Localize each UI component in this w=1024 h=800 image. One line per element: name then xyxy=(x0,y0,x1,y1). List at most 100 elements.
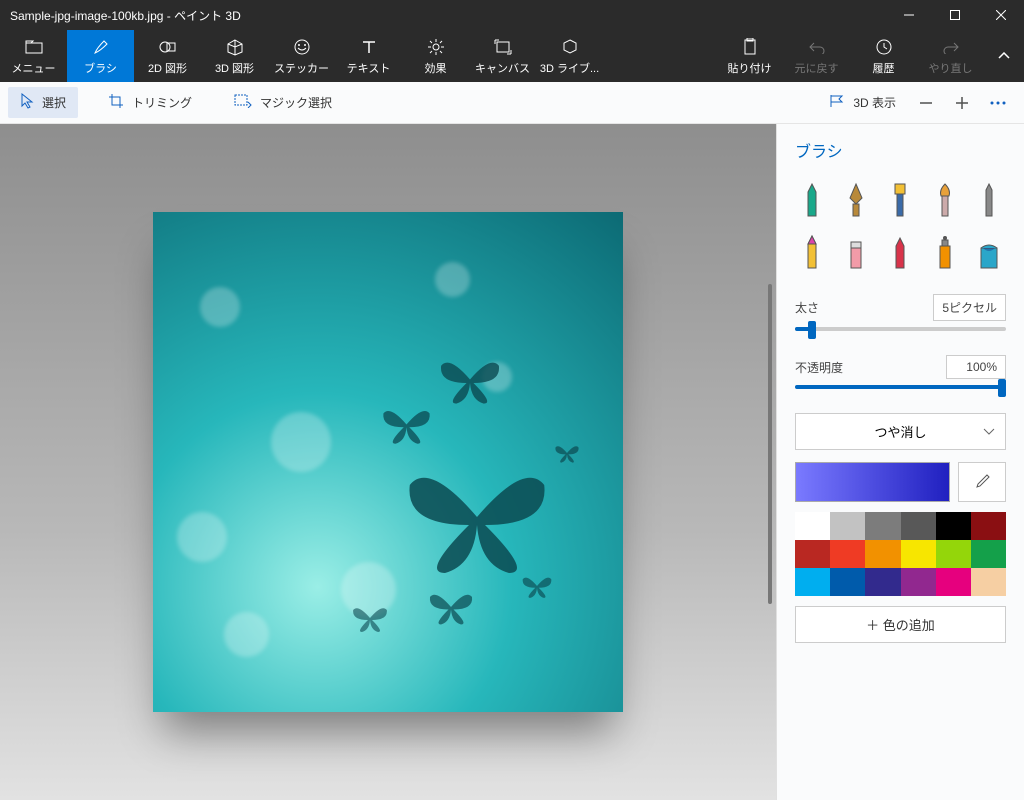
effects-icon xyxy=(427,37,445,57)
flag-icon xyxy=(829,94,845,111)
shapes-2d-tab[interactable]: 2D 図形 xyxy=(134,30,201,82)
view-3d-toggle[interactable]: 3D 表示 xyxy=(817,88,908,117)
redo-icon xyxy=(942,37,960,57)
calligraphy-pen-tool[interactable] xyxy=(839,180,873,218)
canvas-tab[interactable]: キャンバス xyxy=(469,30,536,82)
magic-select-icon xyxy=(234,94,252,111)
brush-tool-grid xyxy=(795,180,1006,270)
palette-color[interactable] xyxy=(795,512,830,540)
select-tool[interactable]: 選択 xyxy=(8,87,78,118)
shapes-2d-icon xyxy=(159,37,177,57)
sticker-icon xyxy=(293,37,311,57)
eraser-tool[interactable] xyxy=(839,232,873,270)
shapes-3d-tab[interactable]: 3D 図形 xyxy=(201,30,268,82)
crop-label: トリミング xyxy=(132,94,192,111)
history-label: 履歴 xyxy=(873,60,895,76)
opacity-input[interactable]: 100% xyxy=(946,355,1006,379)
paste-label: 貼り付け xyxy=(728,60,772,76)
window-title: Sample-jpg-image-100kb.jpg - ペイント 3D xyxy=(10,7,241,24)
brush-panel: ブラシ 太さ 5ピクセル 不透明度 100% つや消し xyxy=(776,124,1024,800)
collapse-ribbon-button[interactable] xyxy=(984,30,1024,82)
zoom-in-button[interactable] xyxy=(944,85,980,121)
brush-tab[interactable]: ブラシ xyxy=(67,30,134,82)
palette-color[interactable] xyxy=(865,568,900,596)
palette-color[interactable] xyxy=(971,568,1006,596)
brush-label: ブラシ xyxy=(84,60,117,76)
material-value: つや消し xyxy=(874,422,926,441)
opacity-slider[interactable] xyxy=(795,385,1006,389)
redo-button[interactable]: やり直し xyxy=(917,30,984,82)
thickness-input[interactable]: 5ピクセル xyxy=(933,294,1006,321)
paste-button[interactable]: 貼り付け xyxy=(716,30,783,82)
palette-color[interactable] xyxy=(936,568,971,596)
palette-color[interactable] xyxy=(901,540,936,568)
eyedropper-button[interactable] xyxy=(958,462,1006,502)
brush-icon xyxy=(92,37,110,57)
oil-brush-tool[interactable] xyxy=(883,180,917,218)
canvas-icon xyxy=(494,37,512,57)
text-label: テキスト xyxy=(347,60,391,76)
maximize-button[interactable] xyxy=(932,0,978,30)
palette-color[interactable] xyxy=(971,540,1006,568)
undo-icon xyxy=(808,37,826,57)
undo-button[interactable]: 元に戻す xyxy=(783,30,850,82)
effects-tab[interactable]: 効果 xyxy=(402,30,469,82)
watercolor-tool[interactable] xyxy=(928,180,962,218)
magic-select-tool[interactable]: マジック選択 xyxy=(222,88,344,117)
palette-color[interactable] xyxy=(936,540,971,568)
crop-tool[interactable]: トリミング xyxy=(96,87,204,118)
library-3d-tab[interactable]: 3D ライブ... xyxy=(536,30,603,82)
spray-can-tool[interactable] xyxy=(928,232,962,270)
text-tab[interactable]: テキスト xyxy=(335,30,402,82)
history-icon xyxy=(875,37,893,57)
marker-tool[interactable] xyxy=(795,180,829,218)
palette-color[interactable] xyxy=(795,540,830,568)
vertical-scrollbar[interactable] xyxy=(768,284,772,604)
history-button[interactable]: 履歴 xyxy=(850,30,917,82)
fill-tool[interactable] xyxy=(972,232,1006,270)
palette-color[interactable] xyxy=(830,540,865,568)
canvas-workspace[interactable] xyxy=(0,124,776,800)
zoom-out-button[interactable] xyxy=(908,85,944,121)
library-icon xyxy=(561,37,579,57)
thickness-label: 太さ xyxy=(795,299,819,316)
more-options-button[interactable] xyxy=(980,85,1016,121)
pixel-pen-tool[interactable] xyxy=(972,180,1006,218)
pencil-tool[interactable] xyxy=(795,232,829,270)
menu-button[interactable]: メニュー xyxy=(0,30,67,82)
text-icon xyxy=(361,37,377,57)
close-button[interactable] xyxy=(978,0,1024,30)
palette-color[interactable] xyxy=(936,512,971,540)
title-bar: Sample-jpg-image-100kb.jpg - ペイント 3D xyxy=(0,0,1024,30)
magic-select-label: マジック選択 xyxy=(260,94,332,111)
shapes-2d-label: 2D 図形 xyxy=(148,60,187,76)
palette-color[interactable] xyxy=(795,568,830,596)
current-color-swatch[interactable] xyxy=(795,462,950,502)
folder-icon xyxy=(25,37,43,57)
effects-label: 効果 xyxy=(425,60,447,76)
plus-icon: ＋ xyxy=(866,618,883,633)
opacity-label: 不透明度 xyxy=(795,359,843,376)
palette-color[interactable] xyxy=(865,512,900,540)
canvas-image[interactable] xyxy=(153,212,623,712)
palette-color[interactable] xyxy=(830,512,865,540)
minimize-button[interactable] xyxy=(886,0,932,30)
palette-color[interactable] xyxy=(865,540,900,568)
palette-color[interactable] xyxy=(971,512,1006,540)
cube-icon xyxy=(226,37,244,57)
tool-options-bar: 選択 トリミング マジック選択 3D 表示 xyxy=(0,82,1024,124)
palette-color[interactable] xyxy=(901,568,936,596)
palette-color[interactable] xyxy=(901,512,936,540)
clipboard-icon xyxy=(743,37,757,57)
crayon-tool[interactable] xyxy=(883,232,917,270)
menu-label: メニュー xyxy=(12,60,56,76)
palette-color[interactable] xyxy=(830,568,865,596)
thickness-slider[interactable] xyxy=(795,327,1006,331)
undo-label: 元に戻す xyxy=(795,60,839,76)
sticker-tab[interactable]: ステッカー xyxy=(268,30,335,82)
crop-icon xyxy=(108,93,124,112)
color-palette xyxy=(795,512,1006,596)
material-dropdown[interactable]: つや消し xyxy=(795,413,1006,450)
add-color-button[interactable]: ＋ 色の追加 xyxy=(795,606,1006,643)
view-3d-label: 3D 表示 xyxy=(853,94,896,111)
